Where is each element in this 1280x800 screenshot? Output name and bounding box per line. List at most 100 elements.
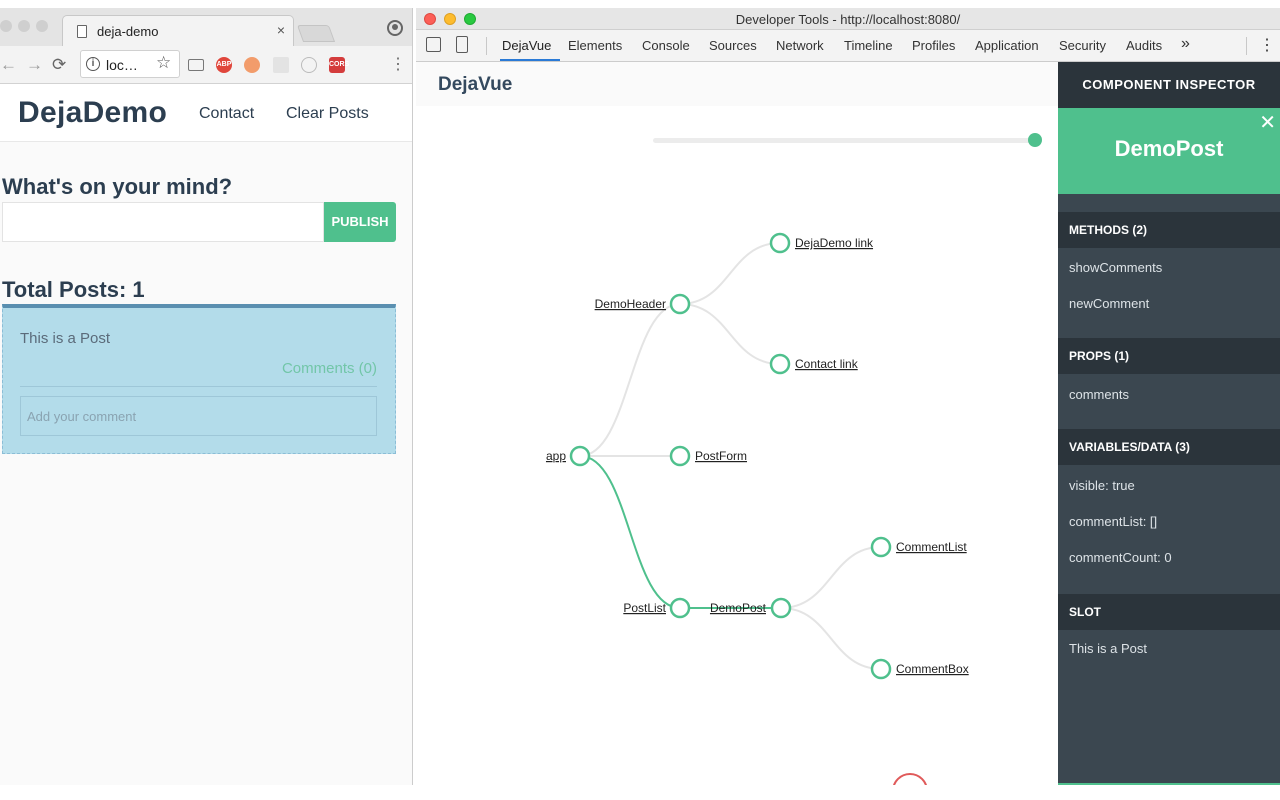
component-inspector: COMPONENT INSPECTOR DemoPost ✕ METHODS (… [1058,62,1280,785]
data-item: commentCount: 0 [1069,550,1172,565]
tree-node-postform[interactable] [669,445,691,467]
comments-link[interactable]: Comments (0) [282,360,377,377]
more-tabs-icon[interactable]: » [1181,35,1190,53]
comment-input[interactable]: Add your comment [20,396,377,436]
tree-link [780,607,882,670]
window-close-button[interactable] [0,20,12,32]
window-minimize-button[interactable] [18,20,30,32]
window-zoom-button[interactable] [36,20,48,32]
devtools-window: Developer Tools - http://localhost:8080/… [416,8,1280,785]
tab-close-icon[interactable]: × [277,22,285,38]
tree-node-demopost[interactable] [770,597,792,619]
adblock-icon[interactable]: ABP [216,57,232,73]
close-icon[interactable]: ✕ [1259,110,1276,135]
data-item: visible: true [1069,478,1135,493]
tab-title: deja-demo [97,24,159,39]
inspector-header: COMPONENT INSPECTOR [1058,62,1280,108]
tree-label-commentbox[interactable]: CommentBox [896,662,969,676]
tree-link-active [579,455,681,609]
tree-label-contact-link[interactable]: Contact link [795,357,859,371]
active-tab-indicator [500,59,560,61]
browser-window: deja-demo × ← → ⟳ i loc… ☆ ABP CORS ⋮ De… [0,8,413,785]
browser-menu-icon[interactable]: ⋮ [390,54,406,74]
devtools-window-title: Developer Tools - http://localhost:8080/ [735,12,961,27]
back-button[interactable]: ← [0,55,17,75]
total-posts-heading: Total Posts: 1 [2,277,145,302]
tree-node-contact-link[interactable] [769,353,791,375]
publish-button[interactable]: PUBLISH [324,202,396,242]
tree-label-demoheader[interactable]: DemoHeader [595,297,666,311]
forward-button[interactable]: → [26,55,43,75]
tree-label-postform[interactable]: PostForm [695,449,747,463]
clear-posts-link[interactable]: Clear Posts [286,105,369,123]
devtools-tab-bar: DejaVue Elements Console Sources Network… [416,30,1280,62]
tab-sources[interactable]: Sources [709,38,757,53]
tab-audits[interactable]: Audits [1126,38,1162,53]
tree-node-dejademo-link[interactable] [769,232,791,254]
tree-node-app[interactable] [569,445,591,467]
methods-section-header: METHODS (2) [1058,212,1280,248]
app-brand-link[interactable]: DejaDemo [18,96,167,130]
data-item: commentList: [] [1069,514,1158,529]
tab-timeline[interactable]: Timeline [844,38,893,53]
divider [20,386,377,387]
post-input[interactable] [2,202,324,242]
tree-label-demopost[interactable]: DemoPost [710,601,767,615]
page-icon [77,25,87,38]
inspector-component-name: DemoPost [1114,136,1224,161]
tree-link [679,242,781,305]
slot-section-header: SLOT [1058,594,1280,630]
tree-label-app[interactable]: app [546,449,566,463]
tree-label-postlist[interactable]: PostList [623,601,666,615]
method-item: showComments [1069,260,1163,275]
tree-node-demoheader[interactable] [669,293,691,315]
tab-elements[interactable]: Elements [568,38,622,53]
post-prompt-heading: What's on your mind? [2,174,233,199]
inspector-footer-bar [1058,783,1280,785]
post-text: This is a Post [20,330,111,347]
tree-label-commentlist[interactable]: CommentList [896,540,967,554]
method-item: newComment [1069,296,1150,311]
cors-extension-icon[interactable]: CORS [329,57,349,73]
contact-link[interactable]: Contact [199,105,254,123]
tab-dejavue[interactable]: DejaVue [502,38,551,53]
info-icon[interactable]: i [86,57,100,71]
tree-link [780,546,882,609]
data-section-header: VARIABLES/DATA (3) [1058,429,1280,465]
address-url: loc… [106,57,138,73]
extension-circle-icon[interactable] [301,57,317,73]
toolbar-divider [486,37,487,55]
devtools-menu-icon[interactable]: ⋮ [1259,35,1275,55]
tree-label-dejademo-link[interactable]: DejaDemo link [795,236,874,250]
browser-tab[interactable]: deja-demo × [62,15,294,46]
inspect-element-icon[interactable] [426,37,441,52]
cast-icon[interactable] [188,59,204,71]
tree-link [579,303,681,457]
post-card: This is a Post Comments (0) Add your com… [2,304,396,454]
browser-toolbar: ← → ⟳ i loc… ☆ ABP CORS ⋮ [0,46,412,84]
extension-grid-icon[interactable] [273,57,289,73]
tab-profiles[interactable]: Profiles [912,38,955,53]
tree-node-commentlist[interactable] [870,536,892,558]
dejavue-panel: DejaVue app DemoHeader DejaDemo link Con… [416,62,1058,785]
tab-security[interactable]: Security [1059,38,1106,53]
bookmark-star-icon[interactable]: ☆ [156,53,171,73]
inspector-component-banner: DemoPost ✕ [1058,108,1280,194]
reload-button[interactable]: ⟳ [52,55,66,75]
component-tree: app DemoHeader DejaDemo link Contact lin… [546,232,969,680]
tree-link [679,303,781,365]
device-toolbar-icon[interactable] [456,36,468,53]
tree-node-commentbox[interactable] [870,658,892,680]
extension-icon[interactable] [244,57,260,73]
tree-node-postlist[interactable] [669,597,691,619]
new-tab-button[interactable] [296,25,336,42]
slot-item: This is a Post [1069,641,1148,656]
tab-network[interactable]: Network [776,38,824,53]
toolbar-divider [1246,37,1247,55]
profile-icon[interactable] [387,20,403,36]
app-header: DejaDemo Contact Clear Posts [0,84,412,142]
tab-console[interactable]: Console [642,38,690,53]
devtools-titlebar: Developer Tools - http://localhost:8080/ [416,8,1280,30]
browser-tabstrip: deja-demo × [0,8,412,46]
tab-application[interactable]: Application [975,38,1039,53]
